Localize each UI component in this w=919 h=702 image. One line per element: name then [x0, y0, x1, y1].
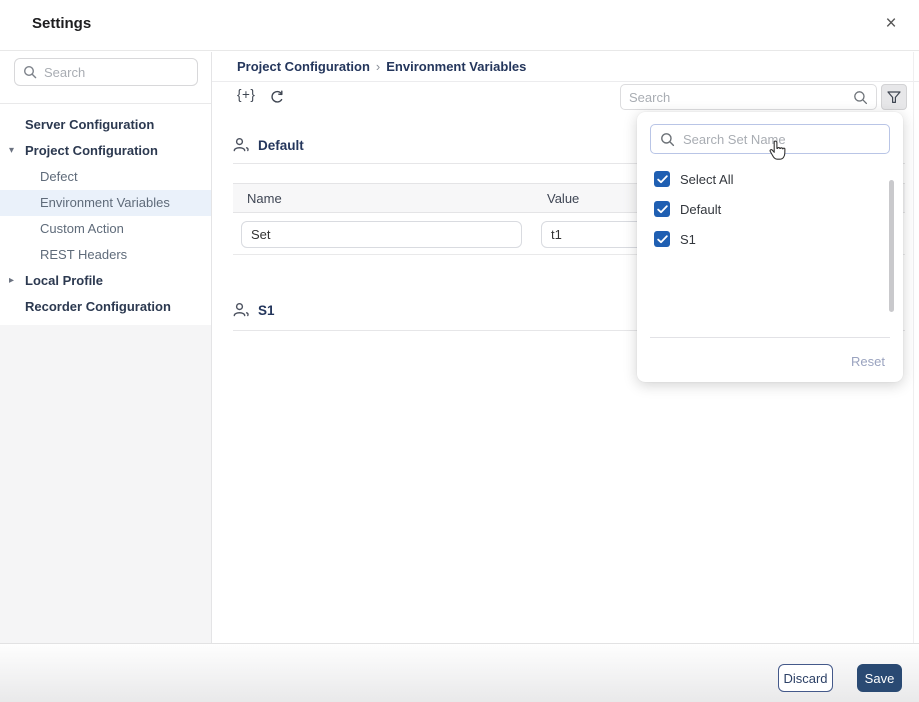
breadcrumb-separator: › [375, 59, 381, 74]
sidebar-item-local-profile[interactable]: ▸ Local Profile [0, 268, 211, 294]
settings-tree: Server Configuration ▾ Project Configurat… [0, 112, 211, 320]
dropdown-divider [650, 337, 890, 338]
checkbox-checked-icon[interactable] [654, 231, 670, 247]
set-title: S1 [258, 302, 275, 318]
add-variable-icon[interactable]: {+} [237, 87, 255, 102]
sidebar-divider [0, 103, 211, 104]
close-icon[interactable]: × [879, 12, 903, 36]
variables-search-box[interactable] [620, 84, 877, 110]
search-icon [23, 65, 37, 79]
checkbox-checked-icon[interactable] [654, 171, 670, 187]
dialog-footer: Discard Save [0, 643, 919, 702]
variable-set-icon [233, 302, 250, 318]
sidebar-item-environment-variables[interactable]: Environment Variables [0, 190, 211, 216]
dropdown-scrollbar[interactable] [889, 180, 894, 312]
sidebar-item-recorder-configuration[interactable]: Recorder Configuration [0, 294, 211, 320]
refresh-icon[interactable] [269, 89, 285, 105]
settings-sidebar: Server Configuration ▾Project Configurat… [0, 52, 211, 643]
sidebar-search-input[interactable] [44, 64, 189, 80]
sidebar-item-rest-headers[interactable]: REST Headers [0, 242, 211, 268]
variables-search-input[interactable] [629, 89, 853, 105]
reset-button[interactable]: Reset [851, 354, 885, 369]
chevron-right-icon[interactable]: ▸ [9, 268, 23, 294]
scrollbar-gutter [913, 52, 914, 643]
discard-button[interactable]: Discard [778, 664, 833, 692]
variable-set-icon [233, 137, 250, 153]
set-filter-options: Select All Default S1 [654, 164, 877, 254]
set-name-search-box[interactable] [650, 124, 890, 154]
toolbar: {+} [212, 82, 919, 113]
variable-name-input[interactable] [241, 221, 522, 248]
set-header-s1: S1 [233, 300, 275, 320]
set-title: Default [258, 137, 304, 153]
dialog-title: Settings [32, 15, 92, 32]
column-header-name: Name [247, 191, 282, 206]
set-header-default: Default [233, 135, 304, 155]
chevron-down-icon[interactable]: ▾ [9, 138, 23, 164]
sidebar-nav-panel: Server Configuration ▾Project Configurat… [0, 52, 211, 325]
column-header-value: Value [547, 191, 580, 206]
checkbox-checked-icon[interactable] [654, 201, 670, 217]
search-icon [853, 90, 868, 105]
set-filter-dropdown: Select All Default S1 Reset [637, 112, 903, 382]
option-default[interactable]: Default [654, 194, 877, 224]
sidebar-item-custom-action[interactable]: Custom Action [0, 216, 211, 242]
option-select-all[interactable]: Select All [654, 164, 877, 194]
sidebar-item-defect[interactable]: Defect [0, 164, 211, 190]
option-s1[interactable]: S1 [654, 224, 877, 254]
main-content: Project Configuration › Environment Variab… [212, 52, 919, 643]
sidebar-search-box[interactable] [14, 58, 198, 86]
sidebar-item-server-configuration[interactable]: Server Configuration [0, 112, 211, 138]
sidebar-item-project-configuration[interactable]: ▾ Project Configuration [0, 138, 211, 164]
save-button[interactable]: Save [857, 664, 902, 692]
filter-icon[interactable] [881, 84, 907, 110]
breadcrumb-parent[interactable]: Project Configuration [237, 59, 370, 74]
breadcrumb: Project Configuration › Environment Variab… [212, 52, 919, 82]
set-name-search-input[interactable] [683, 131, 880, 147]
search-icon [660, 132, 675, 147]
breadcrumb-current: Environment Variables [386, 59, 527, 74]
dialog-header: Settings × [0, 0, 919, 51]
